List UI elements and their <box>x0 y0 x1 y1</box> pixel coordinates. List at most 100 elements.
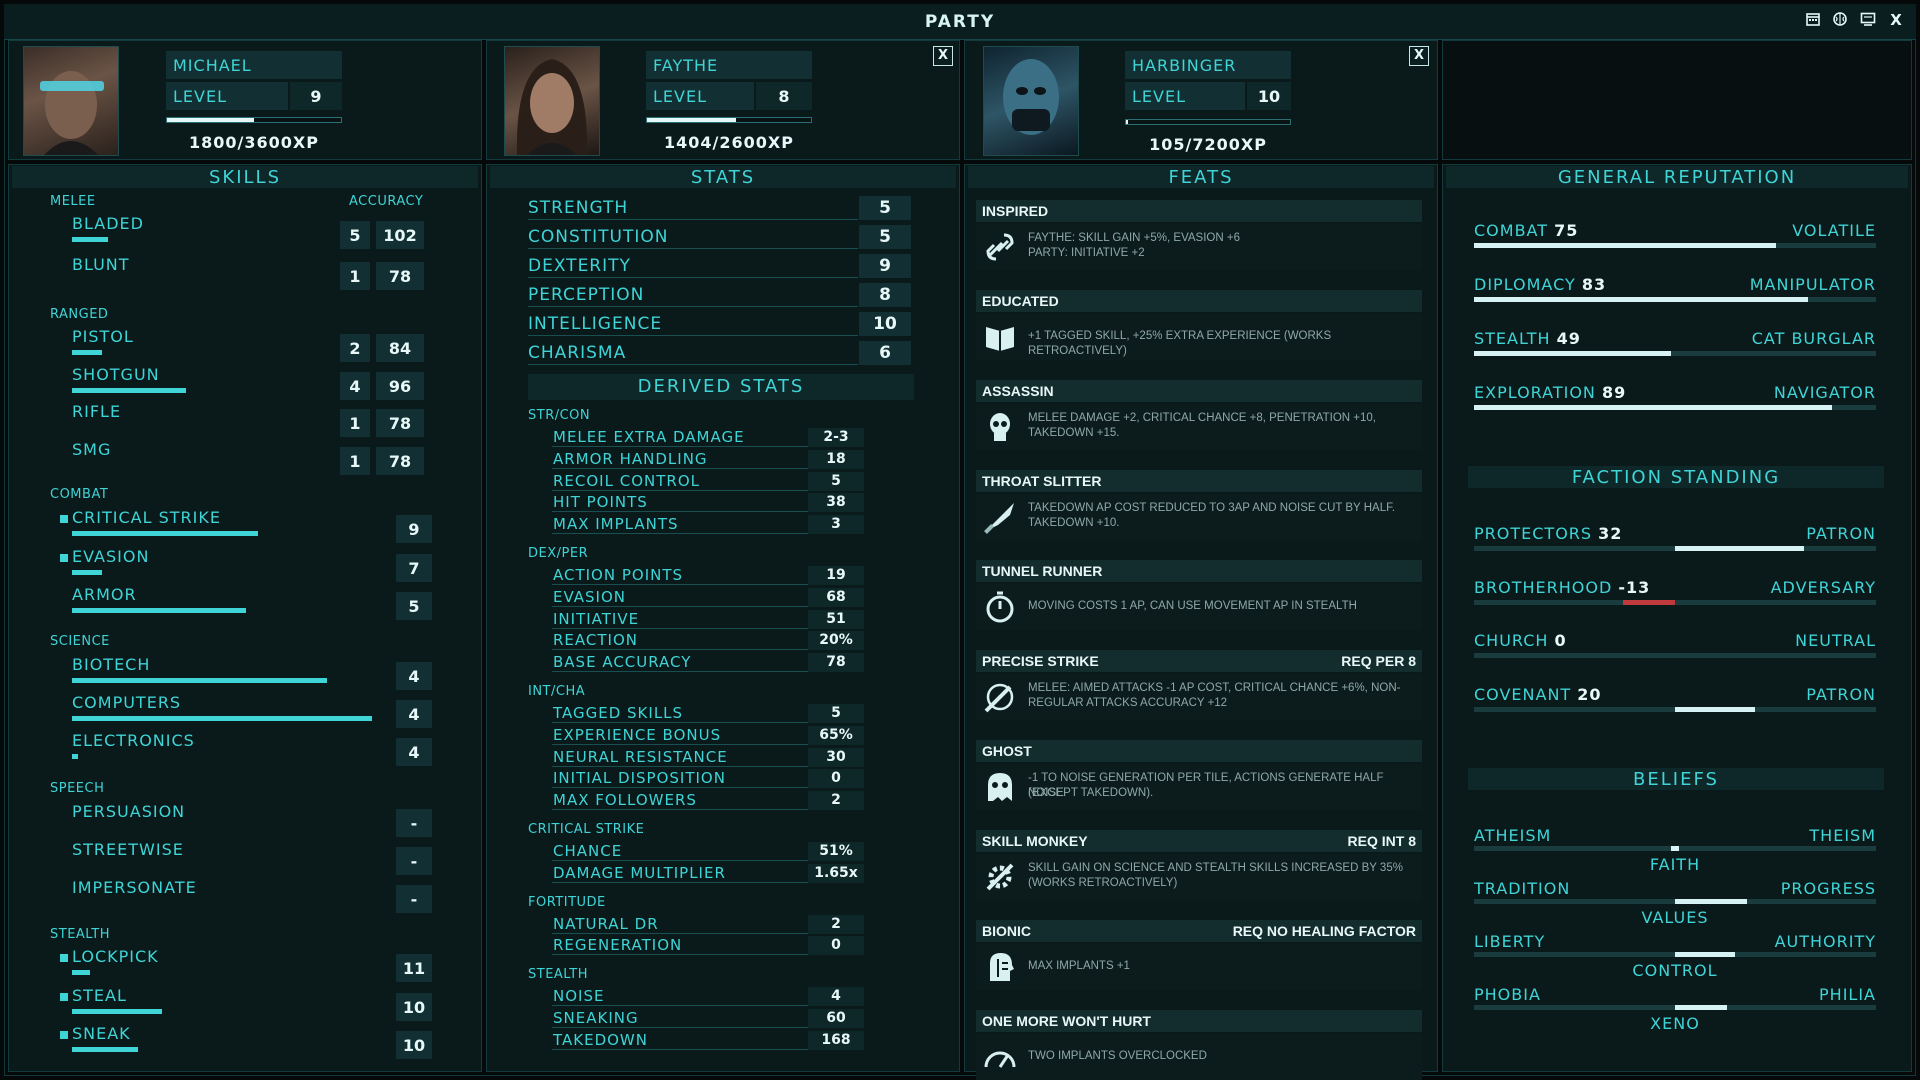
stat-row-perception[interactable]: PERCEPTION <box>528 283 858 307</box>
derived-row[interactable]: NOISE <box>552 987 808 1007</box>
feat-assassin[interactable]: ASSASSIN MELEE DAMAGE +2, CRITICAL CHANCE… <box>976 380 1422 460</box>
derived-row[interactable]: ACTION POINTS <box>552 566 808 585</box>
faction-covenant[interactable]: COVENANT 20 PATRON <box>1474 685 1876 715</box>
close-icon[interactable]: X <box>1887 11 1905 29</box>
reputation-name: COMBAT 75 <box>1474 221 1578 240</box>
skill-row-computers[interactable]: COMPUTERS 4 <box>60 693 440 728</box>
calendar-icon[interactable] <box>1804 11 1822 29</box>
belief-xeno[interactable]: PHOBIA PHILIA XENO <box>1474 985 1876 1035</box>
reputation-diplomacy[interactable]: DIPLOMACY 83 MANIPULATOR <box>1474 275 1876 305</box>
skill-row-shotgun[interactable]: SHOTGUN 4 96 <box>60 365 440 400</box>
derived-row[interactable]: EXPERIENCE BONUS <box>552 726 808 745</box>
monitor-icon[interactable] <box>1859 11 1877 29</box>
skill-row-streetwise[interactable]: STREETWISE - <box>60 840 440 875</box>
skill-row-biotech[interactable]: BIOTECH 4 <box>60 655 440 690</box>
stat-row-dexterity[interactable]: DEXTERITY <box>528 254 858 278</box>
derived-value: 5 <box>808 704 864 723</box>
skill-progress-bar <box>72 463 372 468</box>
stat-row-charisma[interactable]: CHARISMA <box>528 341 858 365</box>
derived-row[interactable]: MAX FOLLOWERS <box>552 791 808 811</box>
derived-row[interactable]: HIT POINTS <box>552 493 808 513</box>
reputation-combat[interactable]: COMBAT 75 VOLATILE <box>1474 221 1876 251</box>
derived-row[interactable]: MELEE EXTRA DAMAGE <box>552 428 808 447</box>
remove-member-button[interactable]: X <box>933 46 953 66</box>
belief-faith[interactable]: ATHEISM THEISM FAITH <box>1474 826 1876 876</box>
reputation-stealth[interactable]: STEALTH 49 CAT BURGLAR <box>1474 329 1876 359</box>
derived-row[interactable]: INITIAL DISPOSITION <box>552 769 808 789</box>
derived-row[interactable]: CHANCE <box>552 842 808 861</box>
derived-row[interactable]: MAX IMPLANTS <box>552 515 808 535</box>
derived-row[interactable]: TAKEDOWN <box>552 1031 808 1050</box>
remove-member-button[interactable]: X <box>1409 46 1429 66</box>
faction-brotherhood[interactable]: BROTHERHOOD -13 ADVERSARY <box>1474 578 1876 608</box>
character-card-harbinger[interactable]: HARBINGER LEVEL 10 105/7200XP X <box>964 40 1438 160</box>
portrait-faythe[interactable] <box>504 46 600 156</box>
belief-values[interactable]: TRADITION PROGRESS VALUES <box>1474 879 1876 929</box>
faction-title: NEUTRAL <box>1795 631 1876 650</box>
feat-bionic[interactable]: BIONIC REQ NO HEALING FACTOR MAX IMPLANTS … <box>976 920 1422 1000</box>
derived-row[interactable]: RECOIL CONTROL <box>552 472 808 491</box>
reputation-exploration[interactable]: EXPLORATION 89 NAVIGATOR <box>1474 383 1876 413</box>
belief-left-label: TRADITION <box>1474 879 1571 898</box>
skill-value: 11 <box>396 954 432 982</box>
derived-row[interactable]: ARMOR HANDLING <box>552 450 808 469</box>
skill-row-sneak[interactable]: SNEAK 10 <box>60 1024 440 1059</box>
feat-throat-slitter[interactable]: THROAT SLITTER TAKEDOWN AP COST REDUCED T… <box>976 470 1422 550</box>
skill-row-pistol[interactable]: PISTOL 2 84 <box>60 327 440 362</box>
feat-precise-strike[interactable]: PRECISE STRIKE REQ PER 8 MELEE: AIMED ATTA… <box>976 650 1422 730</box>
derived-row[interactable]: INITIATIVE <box>552 610 808 629</box>
feat-inspired[interactable]: INSPIRED FAYTHE: SKILL GAIN +5%, EVASION … <box>976 200 1422 280</box>
skill-row-persuasion[interactable]: PERSUASION - <box>60 802 440 837</box>
derived-row[interactable]: EVASION <box>552 588 808 607</box>
reputation-value: 75 <box>1554 221 1579 240</box>
derived-value: 51% <box>808 842 864 861</box>
skill-row-blunt[interactable]: BLUNT 1 78 <box>60 255 440 290</box>
skill-row-critical-strike[interactable]: CRITICAL STRIKE 9 <box>60 508 440 543</box>
faction-protectors[interactable]: PROTECTORS 32 PATRON <box>1474 524 1876 554</box>
stat-row-constitution[interactable]: CONSTITUTION <box>528 225 858 249</box>
feat-ghost[interactable]: GHOST -1 TO NOISE GENERATION PER TILE, AC… <box>976 740 1422 820</box>
stat-row-strength[interactable]: STRENGTH <box>528 196 858 220</box>
character-card-michael[interactable]: MICHAEL LEVEL 9 1800/3600XP <box>8 40 482 160</box>
skill-progress-fill <box>72 754 78 759</box>
reputation-fill <box>1474 405 1832 410</box>
xp-bar <box>646 117 812 123</box>
skill-row-lockpick[interactable]: LOCKPICK 11 <box>60 947 440 982</box>
derived-row[interactable]: REACTION <box>552 631 808 651</box>
skill-row-impersonate[interactable]: IMPERSONATE - <box>60 878 440 913</box>
portrait-michael[interactable] <box>23 46 119 156</box>
skill-row-smg[interactable]: SMG 1 78 <box>60 440 440 475</box>
derived-name: BASE ACCURACY <box>553 653 692 672</box>
feat-body: MOVING COSTS 1 AP, CAN USE MOVEMENT AP I… <box>976 584 1422 630</box>
brain-icon[interactable] <box>1831 11 1849 29</box>
skill-row-bladed[interactable]: BLADED 5 102 <box>60 214 440 249</box>
empty-party-slot[interactable] <box>1442 40 1912 160</box>
belief-control[interactable]: LIBERTY AUTHORITY CONTROL <box>1474 932 1876 982</box>
stat-row-intelligence[interactable]: INTELLIGENCE <box>528 312 858 336</box>
portrait-harbinger[interactable] <box>983 46 1079 156</box>
derived-name: TAGGED SKILLS <box>553 704 684 722</box>
derived-row[interactable]: DAMAGE MULTIPLIER <box>552 864 808 883</box>
feat-educated[interactable]: EDUCATED +1 TAGGED SKILL, +25% EXTRA EXPE… <box>976 290 1422 370</box>
feat-tunnel-runner[interactable]: TUNNEL RUNNER MOVING COSTS 1 AP, CAN USE … <box>976 560 1422 640</box>
derived-row[interactable]: SNEAKING <box>552 1009 808 1028</box>
skill-row-electronics[interactable]: ELECTRONICS 4 <box>60 731 440 766</box>
belief-left-label: LIBERTY <box>1474 932 1546 951</box>
derived-name: EVASION <box>553 587 627 606</box>
tag-marker-icon <box>60 554 68 562</box>
derived-row[interactable]: NEURAL RESISTANCE <box>552 748 808 767</box>
feat-skill-monkey[interactable]: SKILL MONKEY REQ INT 8 SKILL GAIN ON SCIEN… <box>976 830 1422 910</box>
faction-church[interactable]: CHURCH 0 NEUTRAL <box>1474 631 1876 661</box>
skill-row-evasion[interactable]: EVASION 7 <box>60 547 440 582</box>
derived-row[interactable]: TAGGED SKILLS <box>552 704 808 723</box>
skill-row-steal[interactable]: STEAL 10 <box>60 986 440 1021</box>
derived-row[interactable]: BASE ACCURACY <box>552 653 808 673</box>
skill-accuracy: 78 <box>376 262 424 290</box>
skill-name: LOCKPICK <box>72 947 159 966</box>
derived-row[interactable]: REGENERATION <box>552 936 808 956</box>
feat-one-more-won-t-hurt[interactable]: ONE MORE WON'T HURT TWO IMPLANTS OVERCLOC… <box>976 1010 1422 1080</box>
skill-row-armor[interactable]: ARMOR 5 <box>60 585 440 620</box>
character-card-faythe[interactable]: FAYTHE LEVEL 8 1404/2600XP X <box>486 40 960 160</box>
skill-row-rifle[interactable]: RIFLE 1 78 <box>60 402 440 437</box>
derived-row[interactable]: NATURAL DR <box>552 915 808 934</box>
